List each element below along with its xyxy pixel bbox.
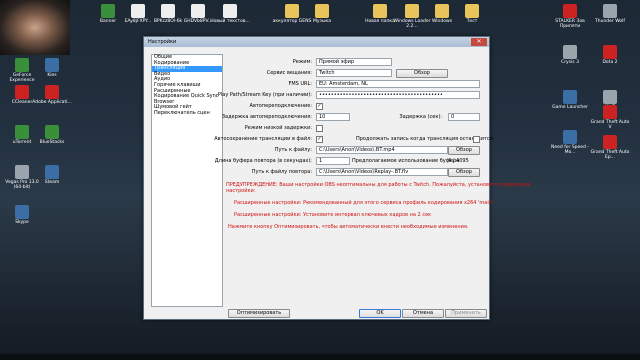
thunder-wolf-icon [603, 4, 617, 18]
stream-key-label: Play Path/Stream Key (при наличии): [217, 92, 312, 98]
fms-url-label: FMS URL: [288, 81, 312, 87]
autoreconnect-label: Автопереподключение: [249, 103, 312, 109]
desktop-icon[interactable]: Thunder Wolf [590, 4, 630, 24]
buffer-length-input[interactable]: 1 [316, 157, 350, 165]
folder-icon [315, 4, 329, 18]
gta-icon [603, 105, 617, 119]
nfs-icon [563, 130, 577, 144]
window-titlebar[interactable]: Настройки ✕ [144, 37, 489, 47]
skype-icon [15, 205, 29, 219]
warning-text: настройки: [226, 188, 256, 194]
desktop-icon[interactable]: Тест [452, 4, 492, 24]
image-file-icon [191, 4, 205, 18]
sidebar-item-scene-switcher[interactable]: Переключатель сцен [152, 110, 222, 117]
broadcast-settings-panel: Режим: Прямой эфир Сервис вещания: Twitc… [214, 54, 530, 305]
desktop-icon[interactable]: STALKER Зов Припяти [550, 4, 590, 29]
folder-icon [435, 4, 449, 18]
browse-replay-button[interactable]: Обзор [448, 168, 480, 177]
stalker-icon [563, 4, 577, 18]
latency-label: Задержка (сек): [399, 114, 442, 120]
replay-path-label: Путь к файлу повтора: [251, 169, 312, 175]
service-select[interactable]: Twitch [316, 69, 392, 77]
bluestacks-icon [45, 125, 59, 139]
image-file-icon [161, 4, 175, 18]
replay-path-input[interactable]: C:\Users\Anon\Videos\Replay-.BT.flv [316, 168, 448, 176]
geforce-icon [15, 58, 29, 72]
desktop-icon[interactable]: Grand Theft Auto V [590, 105, 630, 130]
autosave-checkbox[interactable] [316, 136, 323, 143]
warning-text: Нажмите кнопку Оптимизировать, чтобы авт… [228, 224, 469, 230]
desktop-icon[interactable]: Game Launcher [550, 90, 590, 110]
file-path-input[interactable]: C:\Users\Anon\Videos\.BT.mp4 [316, 146, 448, 154]
settings-window: Настройки ✕ Общие Кодирование Трансляция… [143, 36, 530, 320]
settings-sidebar: Общие Кодирование Трансляция Видео Аудио… [151, 54, 223, 307]
webcam-overlay [0, 0, 70, 55]
low-latency-checkbox[interactable] [316, 125, 323, 132]
desktop-icon[interactable]: Dota 2 [590, 45, 630, 65]
ok-button[interactable]: OK [359, 309, 401, 318]
desktop-icon[interactable]: BlueStacks [32, 125, 72, 145]
desktop-icon[interactable]: Adobe Applicati... [32, 85, 72, 105]
autoreconnect-checkbox[interactable] [316, 103, 323, 110]
latency-input[interactable]: 0 [448, 113, 480, 121]
banner-icon [101, 4, 115, 18]
stream-key-input[interactable]: ••••••••••••••••••••••••••••••••••••••••… [316, 91, 480, 99]
kies-icon [45, 58, 59, 72]
utorrent-icon [15, 125, 29, 139]
folder-icon [285, 4, 299, 18]
mode-label: Режим: [292, 59, 312, 65]
fms-url-select[interactable]: EU: Amsterdam, NL [316, 80, 480, 88]
autosave-label: Автосохранение трансляции в файл: [214, 136, 312, 142]
low-latency-label: Режим низкой задержки: [244, 125, 312, 131]
cancel-button[interactable]: Отмена [402, 309, 444, 318]
buffer-usage-value: 4 / 4095 [448, 158, 469, 164]
wot-icon [603, 90, 617, 104]
ccleaner-icon [15, 85, 29, 99]
folder-icon [373, 4, 387, 18]
gta-icon [603, 135, 617, 149]
service-label: Сервис вещания: [266, 70, 312, 76]
buffer-length-label: Длина буфера повтора (в секундах): [214, 158, 312, 164]
apply-button[interactable]: Применить [445, 309, 487, 318]
file-path-label: Путь к файлу: [274, 147, 312, 153]
desktop-icon[interactable]: Crysis 3 [550, 45, 590, 65]
optimize-button[interactable]: Оптимизировать [228, 309, 290, 318]
browse-path-button[interactable]: Обзор [448, 146, 480, 155]
dota-icon [603, 45, 617, 59]
image-file-icon [131, 4, 145, 18]
text-file-icon [223, 4, 237, 18]
desktop-icon[interactable]: Grand Theft Auto Ep... [590, 135, 630, 160]
crysis-icon [563, 45, 577, 59]
vegas-icon [15, 165, 29, 179]
game-launcher-icon [563, 90, 577, 104]
desktop-icon[interactable]: Steam [32, 165, 72, 185]
steam-icon [45, 165, 59, 179]
desktop-icon[interactable]: Новый текстов... [210, 4, 250, 24]
desktop-icon[interactable]: Kies [32, 58, 72, 78]
browse-service-button[interactable]: Обзор [396, 69, 448, 78]
warning-text: Расширенные настройки: Установите интерв… [234, 212, 432, 218]
desktop-icon[interactable]: Skype [2, 205, 42, 225]
warning-text: ПРЕДУПРЕЖДЕНИЕ: Ваши настройки OBS неопт… [226, 182, 531, 188]
desktop-icon[interactable]: Музыка [302, 4, 342, 24]
buffer-usage-label: Предполагаемое использование буфера [352, 158, 460, 164]
reconnect-delay-label: Задержка автопереподключения: [221, 114, 312, 120]
keep-recording-checkbox[interactable] [473, 136, 480, 143]
folder-icon [465, 4, 479, 18]
warning-text: Расширенные настройки: Рекомендованный д… [234, 200, 494, 206]
mode-select[interactable]: Прямой эфир [316, 58, 392, 66]
close-icon: ✕ [476, 38, 482, 45]
adobe-icon [45, 85, 59, 99]
window-title: Настройки [148, 39, 177, 45]
close-button[interactable]: ✕ [471, 38, 487, 46]
folder-icon [405, 4, 419, 18]
desktop-icon[interactable]: Need for Speed - Mo... [550, 130, 590, 155]
taskbar [0, 354, 640, 360]
reconnect-delay-input[interactable]: 10 [316, 113, 350, 121]
